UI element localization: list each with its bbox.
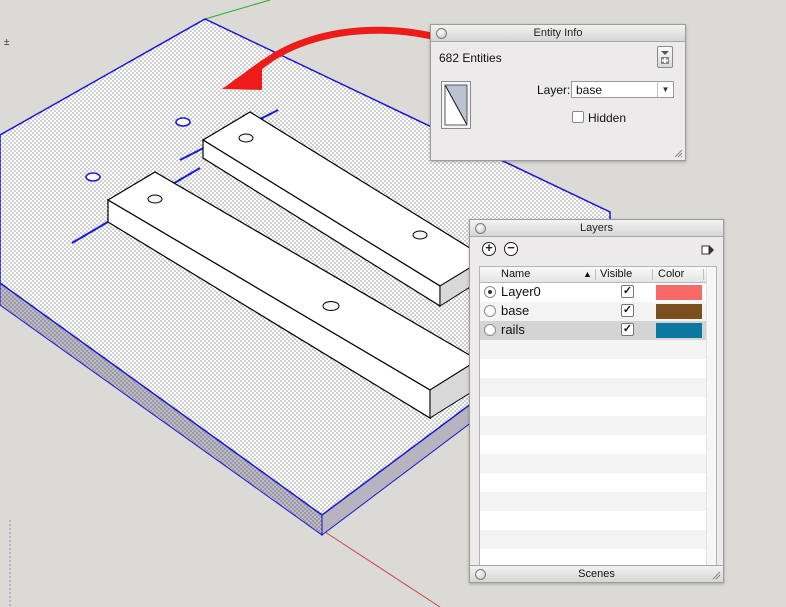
layers-table-header: Name ▲ Visible Color <box>480 267 716 283</box>
close-button[interactable] <box>436 28 447 39</box>
layers-table: Name ▲ Visible Color Layer0 ✓ base ✓ rails ✓ <box>479 266 717 571</box>
hidden-checkbox-row[interactable]: Hidden <box>572 111 626 125</box>
panel-title: Layers <box>579 222 614 234</box>
red-axis <box>321 529 441 607</box>
active-layer-radio[interactable] <box>484 324 496 336</box>
scenes-toggle-button[interactable] <box>475 569 486 580</box>
active-layer-radio[interactable] <box>484 286 496 298</box>
hidden-label: Hidden <box>588 111 627 125</box>
layers-panel: Layers + − Name ▲ Visible Color Layer0 ✓ b… <box>469 219 724 583</box>
empty-row <box>480 530 716 549</box>
layer-label: Layer: <box>537 83 571 97</box>
rail-hole <box>238 133 254 143</box>
axis-tick-mark: ± <box>4 37 10 48</box>
empty-row <box>480 511 716 530</box>
empty-row <box>480 397 716 416</box>
panel-title: Entity Info <box>533 27 583 39</box>
toggle-details-button[interactable] <box>657 46 673 68</box>
empty-row <box>480 340 716 359</box>
column-header-color[interactable]: Color <box>658 268 684 280</box>
empty-row <box>480 492 716 511</box>
scenes-bar[interactable]: Scenes <box>470 565 723 582</box>
resize-grip-icon[interactable] <box>673 148 683 158</box>
empty-row <box>480 435 716 454</box>
layers-toolbar: + − <box>470 237 723 265</box>
material-swatch[interactable] <box>441 81 471 129</box>
entity-count: 682 Entities <box>439 51 502 65</box>
column-header-name[interactable]: Name <box>501 268 530 280</box>
sort-icon[interactable]: ▲ <box>583 269 592 279</box>
rail-hole <box>322 301 340 311</box>
layer-color-swatch[interactable] <box>656 323 702 338</box>
remove-layer-icon[interactable]: − <box>504 241 518 256</box>
layer-row[interactable]: base ✓ <box>480 302 716 321</box>
empty-row <box>480 473 716 492</box>
layer-select[interactable]: base ▼ <box>571 81 674 98</box>
details-arrow-icon[interactable] <box>701 243 715 257</box>
empty-row <box>480 378 716 397</box>
rail-hole <box>147 194 163 204</box>
hidden-checkbox[interactable] <box>572 111 584 123</box>
dropdown-arrow-icon[interactable]: ▼ <box>657 82 673 97</box>
visible-checkbox[interactable]: ✓ <box>621 285 634 298</box>
layers-titlebar[interactable]: Layers <box>470 220 723 237</box>
layer-row[interactable]: Layer0 ✓ <box>480 283 716 302</box>
layer-color-swatch[interactable] <box>656 304 702 319</box>
empty-row <box>480 416 716 435</box>
layer-select-value: base <box>576 83 603 97</box>
visible-checkbox[interactable]: ✓ <box>621 304 634 317</box>
resize-grip-icon[interactable] <box>711 570 721 580</box>
rail-hole <box>412 230 428 240</box>
scenes-label: Scenes <box>578 568 615 580</box>
entity-info-panel: Entity Info 682 Entities Layer: base ▼ H… <box>430 24 686 161</box>
empty-row <box>480 454 716 473</box>
scrollbar[interactable] <box>706 267 716 570</box>
close-button[interactable] <box>475 223 486 234</box>
layer-name[interactable]: Layer0 <box>501 284 541 299</box>
column-header-visible[interactable]: Visible <box>600 268 632 280</box>
layer-name[interactable]: rails <box>501 322 525 337</box>
active-layer-radio[interactable] <box>484 305 496 317</box>
layer-color-swatch[interactable] <box>656 285 702 300</box>
material-icon <box>444 84 468 126</box>
layers-list: Layer0 ✓ base ✓ rails ✓ <box>480 283 716 568</box>
details-icon <box>661 51 669 64</box>
green-axis <box>204 0 271 20</box>
base-hole <box>85 172 101 182</box>
empty-row <box>480 359 716 378</box>
entity-info-titlebar[interactable]: Entity Info <box>431 25 685 42</box>
layer-name[interactable]: base <box>501 303 529 318</box>
base-hole <box>175 117 191 127</box>
visible-checkbox[interactable]: ✓ <box>621 323 634 336</box>
layer-row[interactable]: rails ✓ <box>480 321 716 340</box>
add-layer-icon[interactable]: + <box>482 241 496 256</box>
